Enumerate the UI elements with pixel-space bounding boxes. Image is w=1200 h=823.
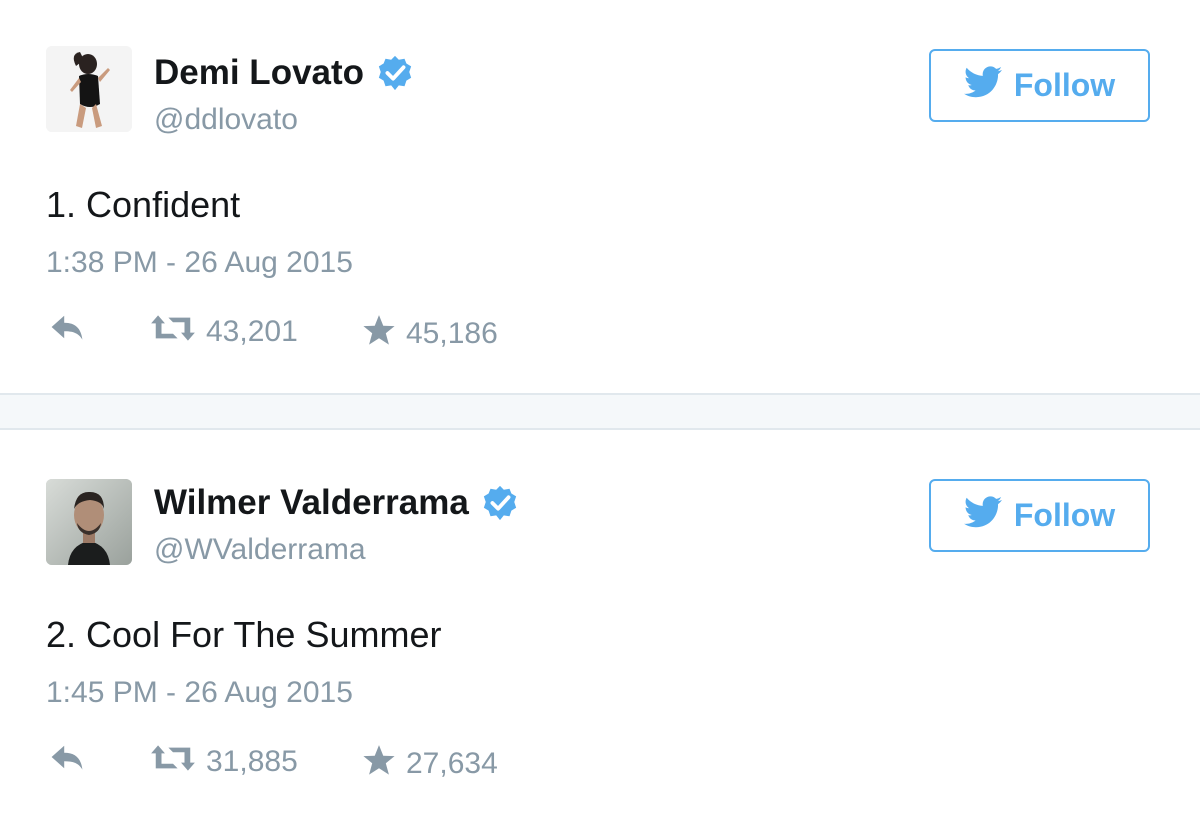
tweet-card: Demi Lovato @ddlovato Follow 1. Confiden… xyxy=(0,0,1200,395)
favorite-star-icon xyxy=(362,313,396,355)
favorite-count: 45,186 xyxy=(406,317,498,350)
twitter-bird-icon xyxy=(963,65,1002,106)
follow-label: Follow xyxy=(1013,497,1116,533)
verified-badge-icon xyxy=(481,484,519,522)
reply-icon xyxy=(50,313,84,349)
verified-badge-icon xyxy=(376,54,414,92)
tweet-timestamp[interactable]: 1:38 PM - 26 Aug 2015 xyxy=(46,246,353,280)
user-handle[interactable]: @ddlovato xyxy=(154,103,298,137)
reply-icon xyxy=(50,743,84,779)
favorite-button[interactable]: 45,186 xyxy=(362,313,498,355)
retweet-icon xyxy=(150,743,196,781)
retweet-count: 43,201 xyxy=(206,315,298,348)
tweet-actions: 43,201 45,186 xyxy=(46,313,646,353)
favorite-button[interactable]: 27,634 xyxy=(362,743,498,785)
favorite-count: 27,634 xyxy=(406,747,498,780)
twitter-bird-icon xyxy=(963,495,1002,536)
follow-label: Follow xyxy=(1013,67,1116,103)
reply-button[interactable] xyxy=(50,313,84,349)
reply-button[interactable] xyxy=(50,743,84,779)
follow-button[interactable]: Follow xyxy=(929,479,1150,552)
follow-button[interactable]: Follow xyxy=(929,49,1150,122)
tweet-text: 2. Cool For The Summer xyxy=(46,614,442,655)
avatar[interactable] xyxy=(46,46,132,132)
retweet-icon xyxy=(150,313,196,351)
avatar[interactable] xyxy=(46,479,132,565)
tweet-text: 1. Confident xyxy=(46,184,241,225)
display-name[interactable]: Demi Lovato xyxy=(154,53,414,93)
tweet-separator xyxy=(0,395,1200,430)
user-handle[interactable]: @WValderrama xyxy=(154,533,366,567)
favorite-star-icon xyxy=(362,743,396,785)
tweet-timestamp[interactable]: 1:45 PM - 26 Aug 2015 xyxy=(46,676,353,710)
retweet-button[interactable]: 43,201 xyxy=(150,313,298,351)
display-name[interactable]: Wilmer Valderrama xyxy=(154,483,519,523)
tweet-card: Wilmer Valderrama @WValderrama Follow 2.… xyxy=(0,430,1200,823)
retweet-count: 31,885 xyxy=(206,745,298,778)
retweet-button[interactable]: 31,885 xyxy=(150,743,298,781)
tweet-actions: 31,885 27,634 xyxy=(46,743,646,783)
